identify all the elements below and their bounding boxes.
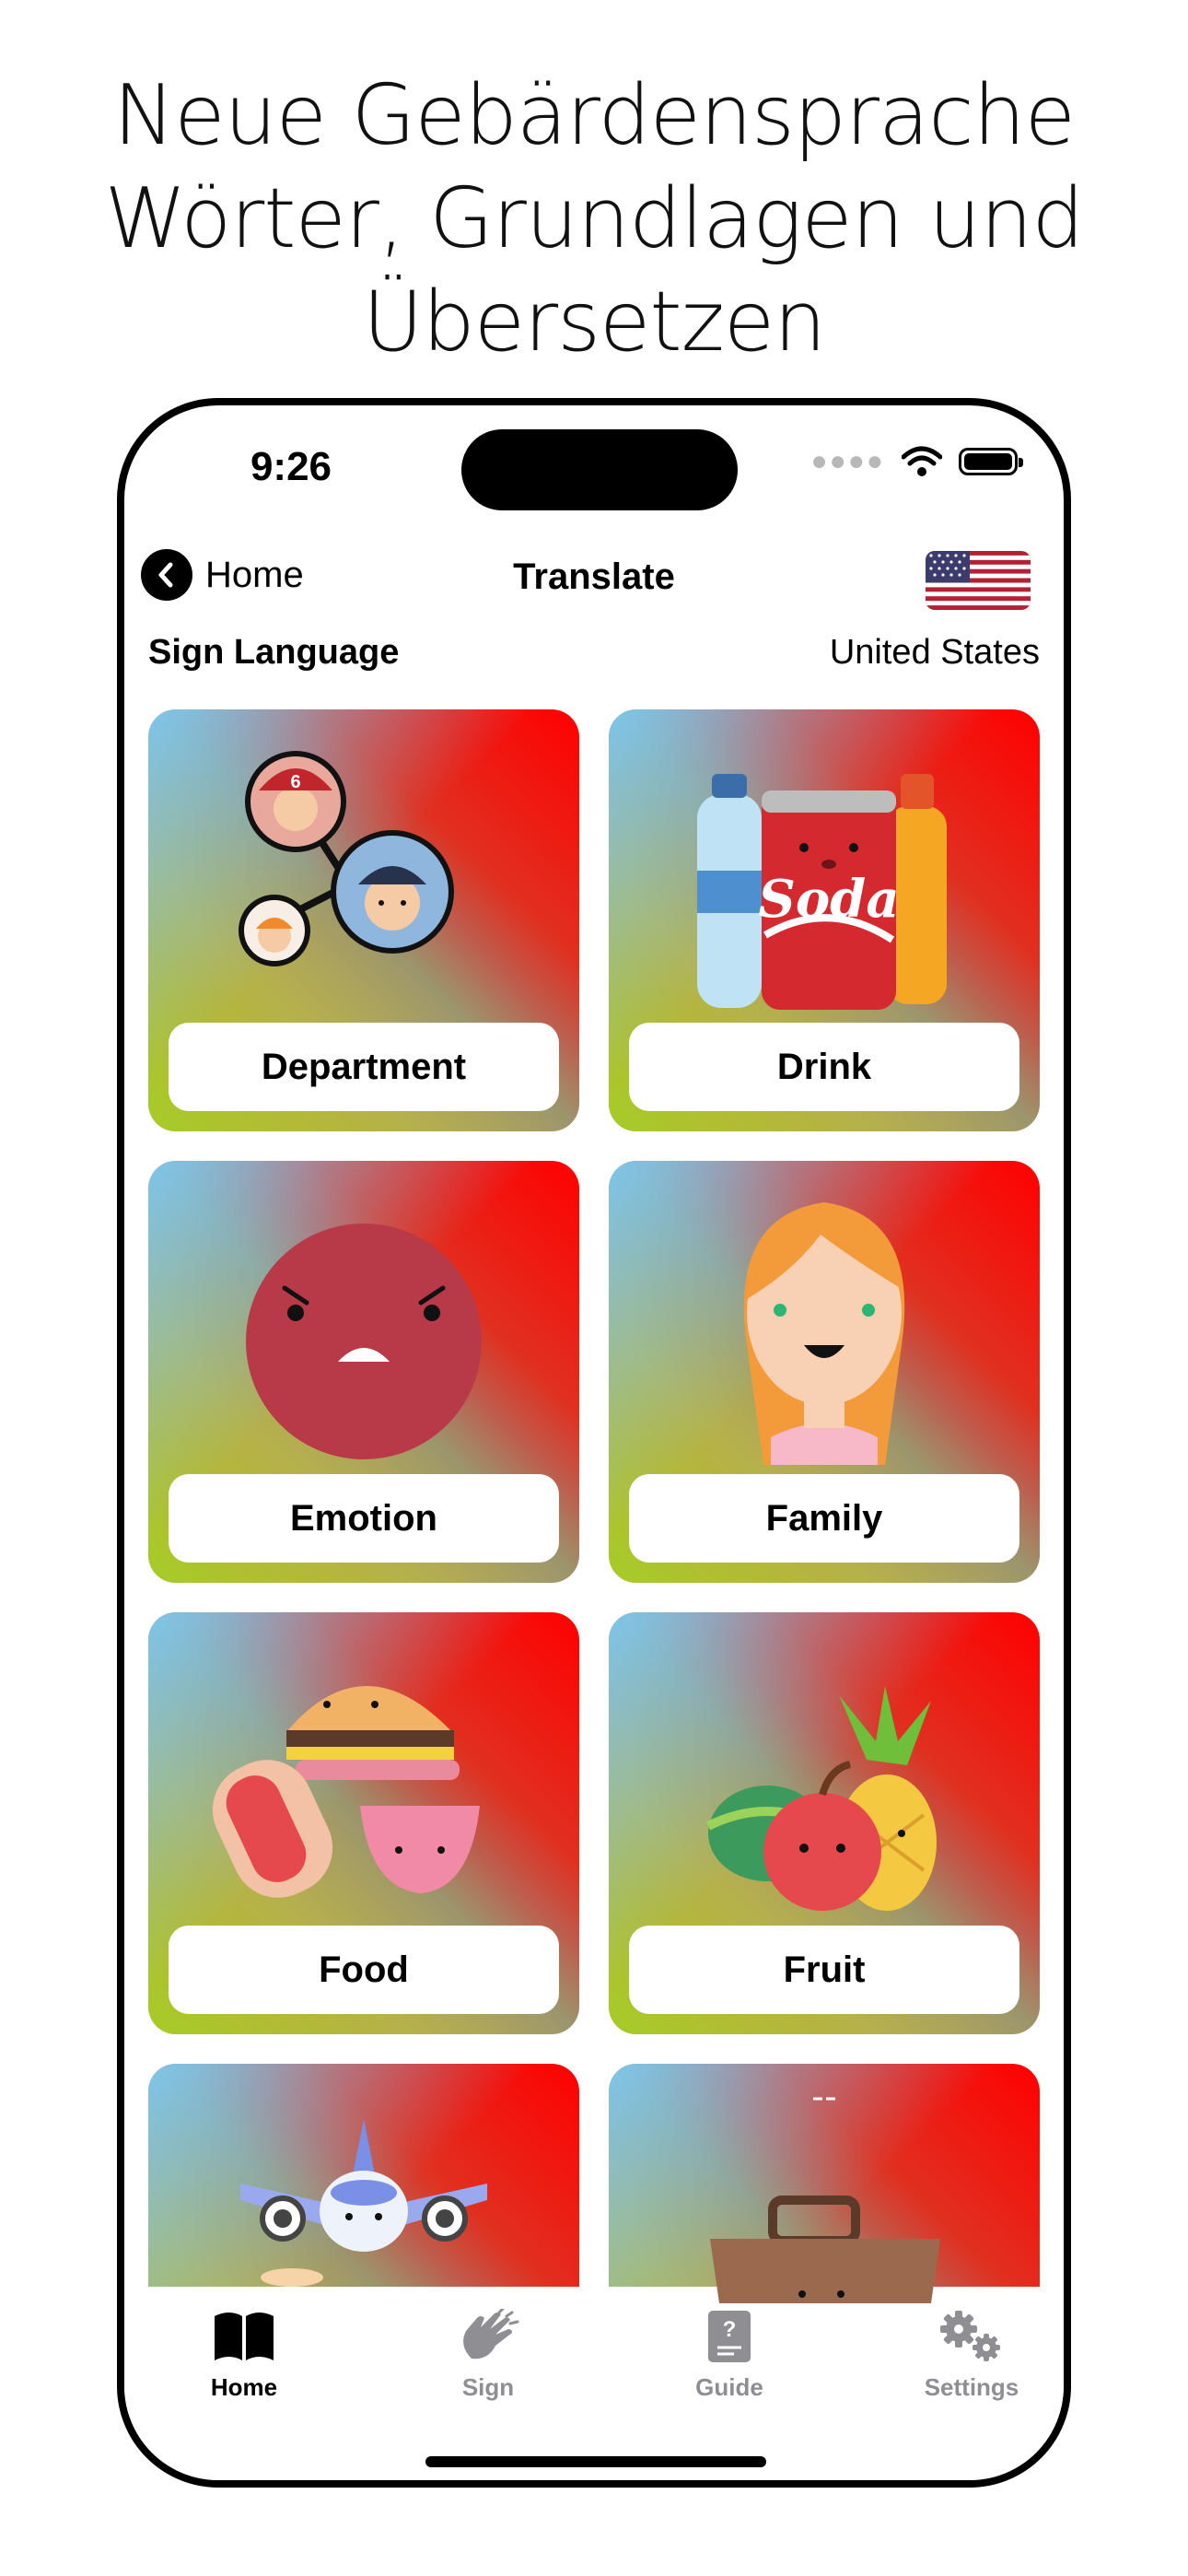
tab-label: Sign (461, 2373, 515, 2401)
tab-label: Home (210, 2373, 278, 2401)
book-icon (215, 2313, 274, 2360)
category-card-emotion[interactable]: Emotion (148, 1161, 579, 1583)
battery-icon (959, 448, 1023, 475)
tab-label: Settings (924, 2373, 1019, 2401)
drink-icon: Soda (697, 774, 947, 1010)
back-label: Home (205, 554, 304, 595)
gear-icon (940, 2311, 1000, 2361)
category-label: Drink (629, 1023, 1019, 1111)
sign-language-label: Sign Language (148, 632, 400, 672)
guide-icon: ? (708, 2311, 751, 2362)
language-header: Sign Language United States (148, 625, 1040, 680)
wifi-icon (902, 446, 942, 476)
tab-settings[interactable]: Settings (898, 2309, 1045, 2402)
food-icon (212, 1686, 480, 1898)
us-flag-icon[interactable] (926, 551, 1031, 610)
svg-text:?: ? (723, 2317, 737, 2342)
signal-dots-icon: ●●●● (810, 446, 885, 476)
category-label: Family (629, 1474, 1019, 1563)
chevron-left-icon (141, 549, 192, 601)
category-label: Fruit (629, 1926, 1019, 2014)
phone-frame: 9:26 ●●●● Home Translate Sign Language U… (117, 398, 1071, 2488)
category-label: Food (169, 1926, 559, 2014)
dynamic-island (461, 429, 738, 510)
fruit-icon (705, 1686, 937, 1911)
category-card-travel[interactable] (148, 2064, 579, 2303)
region-label[interactable]: United States (830, 633, 1040, 673)
tab-guide[interactable]: ? Guide (656, 2309, 803, 2402)
promo-line-1: Neue Gebärdensprache (112, 67, 1076, 164)
clap-icon (463, 2309, 519, 2359)
tab-sign[interactable]: Sign (414, 2309, 562, 2402)
work-icon (710, 2097, 940, 2303)
status-icons: ●●●● (810, 446, 1023, 477)
back-button[interactable]: Home (141, 549, 304, 601)
travel-icon (240, 2119, 487, 2287)
tab-bar: Home Sign ? Guide Settings (124, 2287, 1064, 2480)
category-label: Emotion (169, 1474, 559, 1563)
department-icon: 6 (239, 751, 454, 966)
family-icon (743, 1202, 905, 1465)
emotion-icon (246, 1224, 482, 1459)
promo-headline: Neue Gebärdensprache Wörter, Grundlagen … (0, 64, 1188, 374)
promo-line-3: Übersetzen (362, 274, 827, 370)
home-indicator (425, 2456, 766, 2467)
category-card-food[interactable]: Food (148, 1612, 579, 2034)
tab-label: Guide (695, 2373, 763, 2401)
category-card-work[interactable] (609, 2064, 1040, 2303)
category-card-fruit[interactable]: Fruit (609, 1612, 1040, 2034)
svg-text:6: 6 (290, 772, 300, 792)
navigation-bar: Home Translate (124, 544, 1064, 617)
category-card-drink[interactable]: Soda Drink (609, 709, 1040, 1131)
category-label: Department (169, 1023, 559, 1111)
category-card-family[interactable]: Family (609, 1161, 1040, 1583)
category-grid[interactable]: 6 Department Soda Drink Emotion Family F… (124, 698, 1064, 2303)
promo-line-2: Wörter, Grundlagen und (104, 170, 1084, 267)
category-card-department[interactable]: 6 Department (148, 709, 579, 1131)
tab-home[interactable]: Home (170, 2309, 318, 2402)
status-time: 9:26 (250, 444, 332, 489)
